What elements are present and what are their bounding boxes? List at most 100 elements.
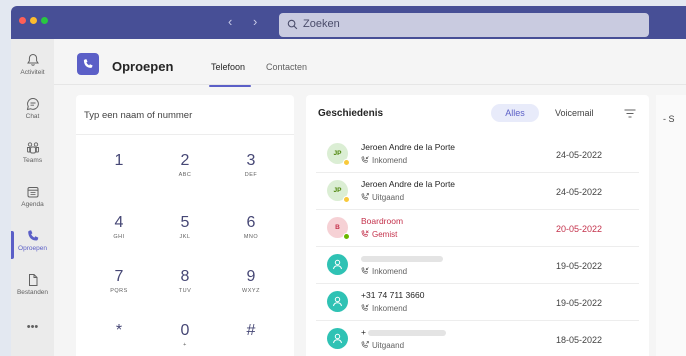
filter-voicemail-button[interactable]: Voicemail xyxy=(555,108,594,118)
call-type: Gemist xyxy=(361,230,397,239)
redacted-text xyxy=(368,329,447,336)
dial-key-7[interactable]: 7 PQRS xyxy=(94,267,144,311)
key-digit: 7 xyxy=(114,268,124,285)
key-digit: # xyxy=(246,322,256,339)
call-type: Uitgaand xyxy=(361,193,404,202)
search-box[interactable]: Zoeken xyxy=(279,13,649,37)
phone-icon xyxy=(27,230,38,241)
call-type-label: Uitgaand xyxy=(372,341,405,350)
person-icon xyxy=(333,259,342,270)
filter-icon[interactable] xyxy=(624,109,636,118)
maximize-window-button[interactable] xyxy=(41,17,48,24)
caller-name: Jeroen Andre de la Porte xyxy=(361,179,456,189)
rail-item-teams[interactable]: Teams xyxy=(11,135,54,179)
key-letters: PQRS xyxy=(110,288,128,294)
caller-name: Boardroom xyxy=(361,216,404,226)
rail-label: Oproepen xyxy=(18,245,47,252)
dial-key-hash[interactable]: # xyxy=(226,321,276,356)
dial-key-4[interactable]: 4 GHI xyxy=(94,213,144,257)
more-apps-button[interactable]: ••• xyxy=(11,321,54,333)
rail-item-bestanden[interactable]: Bestanden xyxy=(11,267,54,311)
rail-label: Agenda xyxy=(21,201,44,208)
dial-key-2[interactable]: 2 ABC xyxy=(160,151,210,195)
dial-pad-panel: 1 2 ABC 3 DEF 4 GHI 5 JKL 6 MNO 7 PQRS 8 xyxy=(76,95,294,356)
incoming-call-icon xyxy=(361,156,369,163)
call-row[interactable]: B Boardroom Gemist 20-05-2022 xyxy=(316,210,639,247)
dial-key-5[interactable]: 5 JKL xyxy=(160,213,210,257)
caller-name: +31 74 711 3660 xyxy=(361,290,425,300)
call-row[interactable]: +31 74 711 3660 Inkomend 19-05-2022 xyxy=(316,284,639,321)
rail-active-indicator xyxy=(11,231,14,259)
call-type: Uitgaand xyxy=(361,341,404,350)
key-letters: TUV xyxy=(178,288,192,294)
call-date: 24-05-2022 xyxy=(556,187,603,197)
person-icon xyxy=(333,333,342,344)
rail-item-agenda[interactable]: Agenda xyxy=(11,179,54,223)
call-type-label: Gemist xyxy=(372,230,398,239)
chevron-right-icon[interactable]: › xyxy=(253,14,257,30)
caller-name: Jeroen Andre de la Porte xyxy=(361,142,456,152)
dial-key-9[interactable]: 9 WXYZ xyxy=(226,267,276,311)
avatar xyxy=(327,291,348,312)
rail-label: Activiteit xyxy=(20,69,45,76)
search-placeholder: Zoeken xyxy=(303,18,340,30)
history-title: Geschiedenis xyxy=(318,108,384,119)
call-type-label: Inkomend xyxy=(372,156,408,165)
person-icon xyxy=(333,296,342,307)
call-row[interactable]: JP Jeroen Andre de la Porte Uitgaand 24-… xyxy=(316,173,639,210)
app-rail: Activiteit Chat Teams Agenda Oproepen Be… xyxy=(11,39,54,356)
dial-key-star[interactable]: * xyxy=(94,321,144,356)
call-row[interactable]: Inkomend 19-05-2022 xyxy=(316,247,639,284)
rail-label: Chat xyxy=(25,113,40,120)
key-digit: 3 xyxy=(246,152,256,169)
minimize-window-button[interactable] xyxy=(30,17,37,24)
call-type: Inkomend xyxy=(361,156,407,165)
call-type: Inkomend xyxy=(361,267,407,276)
calendar-icon xyxy=(27,187,38,198)
tab-telefoon[interactable]: Telefoon xyxy=(211,62,245,72)
key-letters: JKL xyxy=(179,234,191,240)
outgoing-call-icon xyxy=(361,193,369,200)
call-date: 20-05-2022 xyxy=(556,224,603,234)
teams-icon xyxy=(26,142,39,154)
key-digit: 6 xyxy=(246,214,256,231)
key-digit: 2 xyxy=(180,152,190,169)
filter-all-button[interactable]: Alles xyxy=(491,104,539,122)
number-input[interactable] xyxy=(84,107,284,123)
call-type-label: Inkomend xyxy=(372,267,408,276)
tab-contacten[interactable]: Contacten xyxy=(266,62,307,72)
key-letters: DEF xyxy=(244,172,258,178)
rail-item-activiteit[interactable]: Activiteit xyxy=(11,47,54,91)
right-side-panel xyxy=(656,95,686,356)
dial-key-1[interactable]: 1 xyxy=(94,151,144,195)
right-panel-label: - S xyxy=(663,114,675,124)
page-header: Oproepen Telefoon Contacten xyxy=(54,39,686,87)
call-date: 19-05-2022 xyxy=(556,261,603,271)
dial-key-6[interactable]: 6 MNO xyxy=(226,213,276,257)
key-letters: GHI xyxy=(113,234,125,240)
chevron-left-icon[interactable]: ‹ xyxy=(228,14,232,30)
dial-key-0[interactable]: 0 + xyxy=(160,321,210,356)
bell-icon xyxy=(26,53,39,66)
call-history-panel: Geschiedenis Alles Voicemail JP Jeroen A… xyxy=(306,95,649,356)
title-bar: ‹ › Zoeken xyxy=(11,6,686,39)
rail-item-chat[interactable]: Chat xyxy=(11,91,54,135)
caller-name-redacted xyxy=(361,253,443,263)
dial-key-8[interactable]: 8 TUV xyxy=(160,267,210,311)
rail-item-oproepen[interactable]: Oproepen xyxy=(11,223,54,267)
phone-icon xyxy=(83,59,93,68)
rail-label: Teams xyxy=(22,157,43,164)
presence-away-icon xyxy=(343,196,350,203)
call-row[interactable]: + Uitgaand 18-05-2022 xyxy=(316,321,639,356)
outgoing-call-icon xyxy=(361,341,369,348)
incoming-call-icon xyxy=(361,267,369,274)
search-icon xyxy=(287,19,298,30)
call-date: 24-05-2022 xyxy=(556,150,603,160)
close-window-button[interactable] xyxy=(19,17,26,24)
call-date: 18-05-2022 xyxy=(556,335,603,345)
call-row[interactable]: JP Jeroen Andre de la Porte Inkomend 24-… xyxy=(316,136,639,173)
dial-key-3[interactable]: 3 DEF xyxy=(226,151,276,195)
page-title: Oproepen xyxy=(112,59,174,74)
call-type-label: Uitgaand xyxy=(372,193,405,202)
caller-name: + xyxy=(361,327,447,337)
